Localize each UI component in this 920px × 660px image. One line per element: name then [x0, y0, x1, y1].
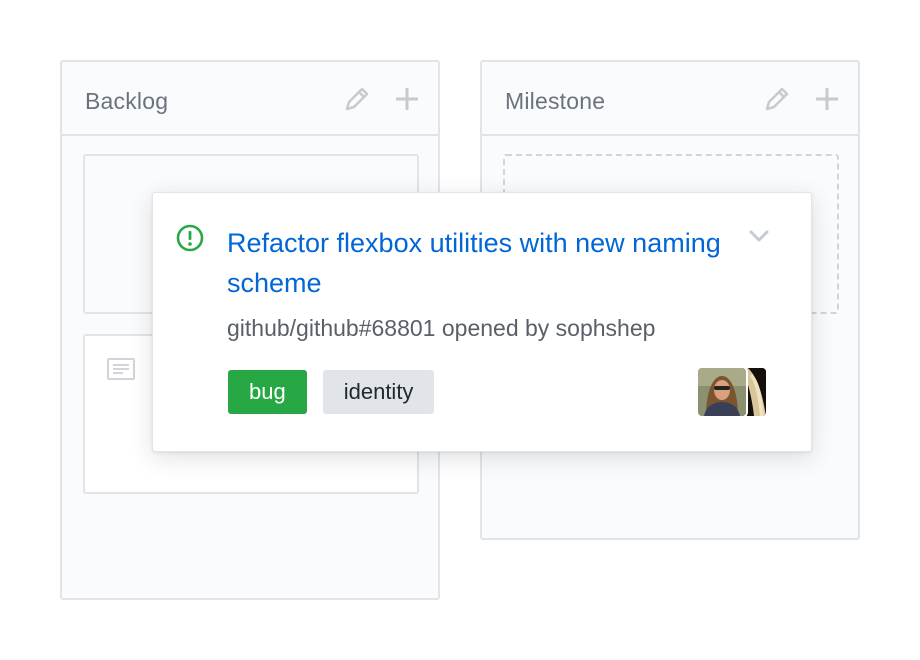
column-title: Milestone: [505, 88, 606, 114]
column-title: Backlog: [85, 88, 169, 114]
issue-card[interactable]: Refactor flexbox utilities with new nami…: [152, 192, 812, 452]
chevron-down-icon[interactable]: [747, 227, 771, 245]
label-list: bug identity: [228, 370, 435, 414]
avatar[interactable]: [698, 368, 746, 416]
issue-meta: github/github#68801 opened by sophshep: [227, 315, 656, 341]
column-header: Backlog: [62, 62, 438, 136]
note-icon: [107, 358, 135, 380]
pencil-icon[interactable]: [762, 84, 792, 114]
label-identity[interactable]: identity: [322, 370, 435, 414]
plus-icon[interactable]: [812, 84, 842, 114]
issue-opened-icon: [175, 223, 205, 253]
column-header: Milestone: [482, 62, 858, 136]
plus-icon[interactable]: [392, 84, 422, 114]
label-bug[interactable]: bug: [228, 370, 307, 414]
pencil-icon[interactable]: [342, 84, 372, 114]
assignee-avatars: [698, 368, 768, 416]
issue-title-link[interactable]: Refactor flexbox utilities with new nami…: [227, 223, 727, 303]
